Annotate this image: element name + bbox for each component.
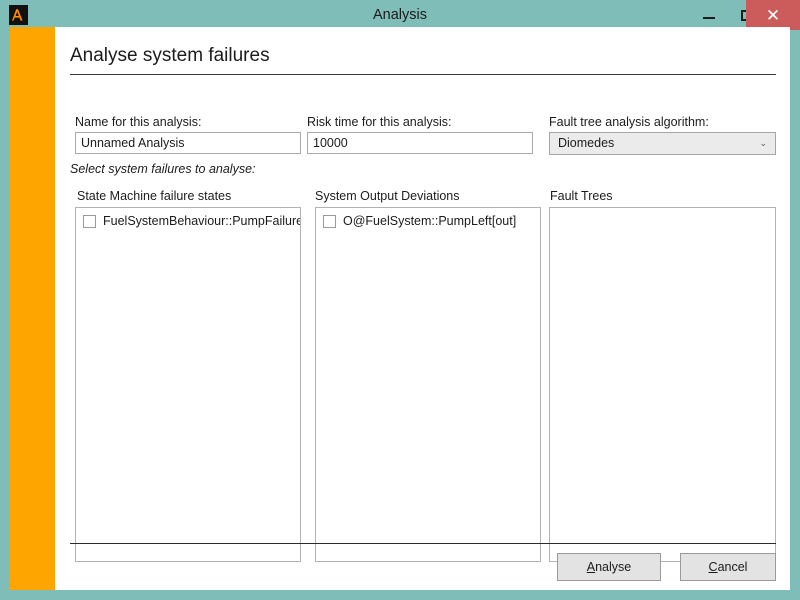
list-item-checkbox[interactable] — [83, 214, 96, 228]
name-input[interactable] — [75, 132, 301, 154]
close-button[interactable]: ✕ — [746, 0, 800, 30]
list-system-output-deviations[interactable]: O@FuelSystem::PumpLeft[out] — [315, 207, 541, 562]
list-item[interactable]: FuelSystemBehaviour::PumpFailure — [76, 211, 300, 231]
cancel-button-label: ancel — [717, 560, 748, 574]
list-fault-trees[interactable] — [549, 207, 776, 562]
panel-title-state-machine-failure-states: State Machine failure states — [77, 189, 232, 203]
accent-bar — [10, 27, 55, 590]
minimize-button[interactable] — [692, 0, 726, 30]
footer-divider — [70, 543, 776, 544]
analyse-button-mnemonic: A — [586, 560, 596, 574]
list-item[interactable]: O@FuelSystem::PumpLeft[out] — [316, 211, 540, 231]
selection-instruction: Select system failures to analyse: — [70, 162, 256, 176]
list-item-label: FuelSystemBehaviour::PumpFailure — [103, 214, 301, 228]
app-lambda-icon — [9, 5, 28, 25]
page-title: Analyse system failures — [70, 45, 270, 66]
list-item-label: O@FuelSystem::PumpLeft[out] — [343, 214, 517, 228]
chevron-down-icon: ⌄ — [759, 138, 767, 148]
cancel-button-mnemonic: C — [708, 560, 718, 574]
risk-time-input[interactable] — [307, 132, 533, 154]
window-title: Analysis — [373, 7, 427, 23]
algorithm-field-label: Fault tree analysis algorithm: — [549, 115, 709, 129]
analyse-button-label: nalyse — [595, 560, 632, 574]
panel-title-fault-trees: Fault Trees — [550, 189, 613, 203]
list-item-checkbox[interactable] — [323, 214, 336, 228]
title-divider — [70, 74, 776, 75]
close-icon: ✕ — [765, 5, 781, 25]
analyse-button[interactable]: Analyse — [557, 553, 661, 581]
analysis-dialog-window: Analysis ✕ Analyse system failures Name … — [0, 0, 800, 600]
list-state-machine-failure-states[interactable]: FuelSystemBehaviour::PumpFailure — [75, 207, 301, 562]
algorithm-select-value: Diomedes — [558, 136, 615, 150]
name-field-label: Name for this analysis: — [75, 115, 202, 129]
dialog-content: Analyse system failures Name for this an… — [55, 27, 790, 590]
panel-title-system-output-deviations: System Output Deviations — [315, 189, 460, 203]
risk-time-field-label: Risk time for this analysis: — [307, 115, 452, 129]
minimize-icon — [703, 17, 715, 19]
algorithm-select[interactable]: Diomedes ⌄ — [549, 132, 776, 155]
cancel-button[interactable]: Cancel — [680, 553, 776, 581]
title-bar: Analysis ✕ — [0, 0, 800, 30]
